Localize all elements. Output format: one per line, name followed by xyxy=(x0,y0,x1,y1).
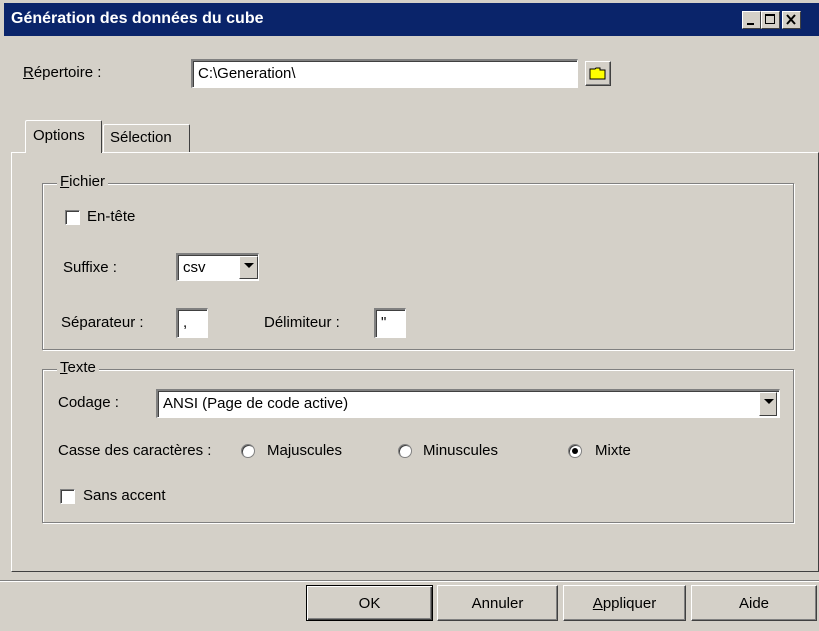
tab-selection[interactable]: Sélection xyxy=(103,124,190,152)
radio-uppercase[interactable] xyxy=(241,444,255,458)
no-accent-checkbox[interactable] xyxy=(60,489,75,504)
radio-mixed[interactable] xyxy=(568,444,582,458)
chevron-down-icon xyxy=(764,399,774,404)
divider xyxy=(0,580,819,582)
delimiter-value: " xyxy=(381,314,387,331)
minimize-button[interactable] xyxy=(742,11,761,29)
window-title: Génération des données du cube xyxy=(11,10,264,27)
close-button[interactable] xyxy=(782,11,801,29)
separator-value: , xyxy=(183,314,188,331)
help-button-label: Aide xyxy=(738,595,770,612)
header-label: En-tête xyxy=(87,208,136,225)
apply-button-label: Appliquer xyxy=(592,595,657,612)
directory-value: C:\Generation\ xyxy=(198,65,296,82)
title-bar[interactable]: Génération des données du cube xyxy=(4,3,819,36)
encoding-dropdown-button[interactable] xyxy=(759,392,777,416)
no-accent-label: Sans accent xyxy=(83,487,166,504)
help-button[interactable]: Aide xyxy=(691,585,817,621)
case-label: Casse des caractères : xyxy=(58,442,212,459)
maximize-button[interactable] xyxy=(761,11,780,29)
radio-mixed-label: Mixte xyxy=(595,442,631,459)
radio-lowercase[interactable] xyxy=(398,444,412,458)
suffix-dropdown-button[interactable] xyxy=(239,256,258,279)
encoding-value: ANSI (Page de code active) xyxy=(163,395,349,412)
encoding-label: Codage : xyxy=(58,394,119,411)
minimize-icon xyxy=(747,23,754,25)
suffix-label: Suffixe : xyxy=(63,259,117,276)
browse-folder-button[interactable] xyxy=(585,61,611,86)
header-checkbox[interactable] xyxy=(65,210,80,225)
suffix-select[interactable]: csv xyxy=(176,253,259,281)
file-group xyxy=(42,183,794,350)
ok-button[interactable]: OK xyxy=(306,585,433,621)
tab-options-label: Options xyxy=(33,127,85,144)
file-group-title: Fichier xyxy=(57,173,109,190)
chevron-down-icon xyxy=(244,263,254,268)
separator-input[interactable]: , xyxy=(176,308,208,338)
delimiter-input[interactable]: " xyxy=(374,308,406,338)
cancel-button-label: Annuler xyxy=(471,595,524,612)
tab-selection-label: Sélection xyxy=(110,129,172,146)
directory-input[interactable]: C:\Generation\ xyxy=(191,59,578,88)
text-group-title: Texte xyxy=(57,359,99,376)
radio-mixed-dot xyxy=(572,448,578,454)
suffix-value: csv xyxy=(183,259,206,276)
encoding-select[interactable]: ANSI (Page de code active) xyxy=(156,389,780,418)
cancel-button[interactable]: Annuler xyxy=(437,585,558,621)
close-icon xyxy=(786,14,796,25)
ok-button-label: OK xyxy=(358,595,381,612)
separator-label: Séparateur : xyxy=(61,314,144,331)
folder-icon xyxy=(589,67,606,80)
radio-lowercase-label: Minuscules xyxy=(423,442,499,459)
directory-label: Répertoire : xyxy=(23,64,102,81)
tab-options[interactable]: Options xyxy=(25,120,102,153)
radio-uppercase-label: Majuscules xyxy=(267,442,343,459)
apply-button[interactable]: Appliquer xyxy=(563,585,686,621)
maximize-icon xyxy=(765,14,775,24)
delimiter-label: Délimiteur : xyxy=(264,314,340,331)
